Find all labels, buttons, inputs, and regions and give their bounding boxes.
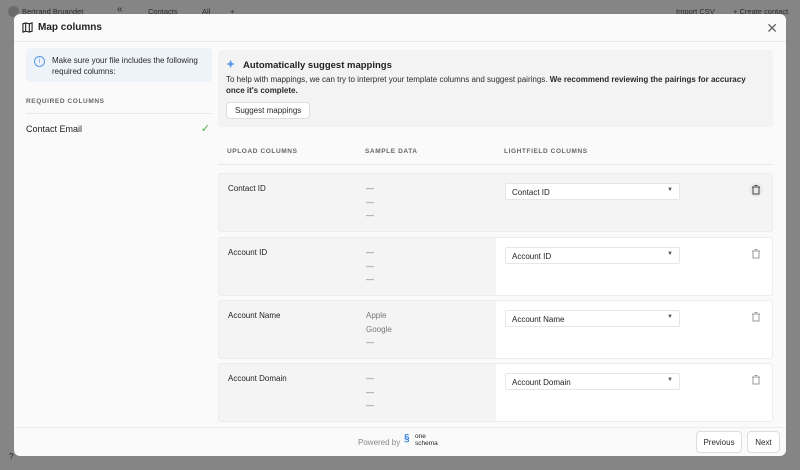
upload-column-name: Contact ID bbox=[228, 184, 266, 193]
modal-title: Map columns bbox=[38, 22, 102, 33]
lightfield-column-select[interactable]: Account Name ▼ bbox=[505, 310, 680, 327]
sample-value: — bbox=[366, 248, 374, 257]
next-button[interactable]: Next bbox=[747, 431, 780, 453]
oneschema-logo: § one schema bbox=[404, 433, 438, 447]
map-columns-modal: Map columns ✕ i Make sure your file incl… bbox=[14, 14, 786, 456]
sample-value: — bbox=[366, 197, 374, 207]
upload-column-name: Account Domain bbox=[228, 374, 287, 383]
help-button[interactable]: ? bbox=[9, 452, 13, 461]
sparkle-icon: ✦ bbox=[226, 59, 236, 71]
logo-line1: one bbox=[415, 433, 426, 440]
sample-data: Apple Google — bbox=[366, 309, 392, 350]
sample-value: — bbox=[366, 211, 374, 220]
sample-data: — — — bbox=[366, 372, 374, 413]
caret-down-icon: ▼ bbox=[667, 251, 673, 257]
lightfield-column-select[interactable]: Account Domain ▼ bbox=[505, 373, 680, 390]
trash-icon[interactable] bbox=[749, 183, 763, 197]
selected-value: Account ID bbox=[512, 252, 552, 261]
caret-down-icon: ▼ bbox=[667, 187, 673, 193]
modal-header: Map columns ✕ bbox=[14, 14, 786, 42]
trash-icon[interactable] bbox=[749, 310, 763, 324]
required-columns-panel: i Make sure your file includes the follo… bbox=[26, 48, 212, 135]
suggest-mappings-box: ✦ Automatically suggest mappings To help … bbox=[218, 50, 773, 127]
row-left-panel bbox=[219, 238, 496, 295]
sample-value: — bbox=[366, 261, 374, 271]
info-box: i Make sure your file includes the follo… bbox=[26, 48, 212, 82]
mapping-row: Contact ID — — — Contact ID ▼ bbox=[218, 173, 773, 232]
required-column-item: Contact Email ✓ bbox=[26, 123, 212, 135]
powered-by-text: Powered by bbox=[358, 438, 401, 447]
map-icon bbox=[22, 22, 33, 33]
info-icon: i bbox=[34, 56, 45, 67]
row-left-panel bbox=[219, 174, 496, 231]
sample-value: — bbox=[366, 401, 374, 410]
sample-value: — bbox=[366, 387, 374, 397]
upload-column-name: Account Name bbox=[228, 311, 281, 320]
lightfield-column-select[interactable]: Account ID ▼ bbox=[505, 247, 680, 264]
caret-down-icon: ▼ bbox=[667, 314, 673, 320]
required-columns-label: REQUIRED COLUMNS bbox=[26, 98, 212, 114]
sample-value: — bbox=[366, 338, 374, 347]
suggest-title: Automatically suggest mappings bbox=[243, 60, 392, 71]
modal-footer: Powered by § one schema Previous Next bbox=[14, 427, 786, 456]
lightfield-columns-header: LIGHTFIELD COLUMNS bbox=[504, 148, 588, 155]
caret-down-icon: ▼ bbox=[667, 377, 673, 383]
check-icon: ✓ bbox=[200, 123, 210, 135]
previous-button[interactable]: Previous bbox=[696, 431, 742, 453]
required-column-name: Contact Email bbox=[26, 124, 83, 134]
sample-value: Google bbox=[366, 324, 392, 334]
selected-value: Account Name bbox=[512, 315, 565, 324]
selected-value: Contact ID bbox=[512, 188, 550, 197]
trash-icon[interactable] bbox=[749, 373, 763, 387]
lightfield-column-select[interactable]: Contact ID ▼ bbox=[505, 183, 680, 200]
row-left-panel bbox=[219, 364, 496, 421]
trash-icon[interactable] bbox=[749, 247, 763, 261]
sample-value: — bbox=[366, 184, 374, 193]
mapping-row: Account ID — — — Account ID ▼ bbox=[218, 237, 773, 296]
row-left-panel bbox=[219, 301, 496, 358]
logo-line2: schema bbox=[415, 440, 438, 447]
sample-value: — bbox=[366, 275, 374, 284]
suggest-mappings-button[interactable]: Suggest mappings bbox=[226, 102, 311, 119]
upload-columns-header: UPLOAD COLUMNS bbox=[227, 148, 298, 155]
sample-value: — bbox=[366, 374, 374, 383]
sample-value: Apple bbox=[366, 311, 387, 320]
mapping-row: Account Name Apple Google — Account Name ▼ bbox=[218, 300, 773, 359]
suggest-desc-plain: To help with mappings, we can try to int… bbox=[226, 75, 550, 84]
background-sidebar: ? bbox=[0, 24, 14, 470]
sample-data: — — — bbox=[366, 182, 374, 223]
info-text: Make sure your file includes the followi… bbox=[52, 56, 198, 76]
upload-column-name: Account ID bbox=[228, 248, 268, 257]
sample-data-header: SAMPLE DATA bbox=[365, 148, 418, 155]
oneschema-logo-icon: § bbox=[404, 433, 410, 444]
sample-data: — — — bbox=[366, 246, 374, 287]
mapping-row: Account Domain — — — Account Domain ▼ bbox=[218, 363, 773, 422]
column-headers: UPLOAD COLUMNS SAMPLE DATA LIGHTFIELD CO… bbox=[218, 144, 773, 165]
close-icon[interactable]: ✕ bbox=[766, 20, 778, 37]
suggest-description: To help with mappings, we can try to int… bbox=[226, 74, 765, 96]
selected-value: Account Domain bbox=[512, 378, 571, 387]
